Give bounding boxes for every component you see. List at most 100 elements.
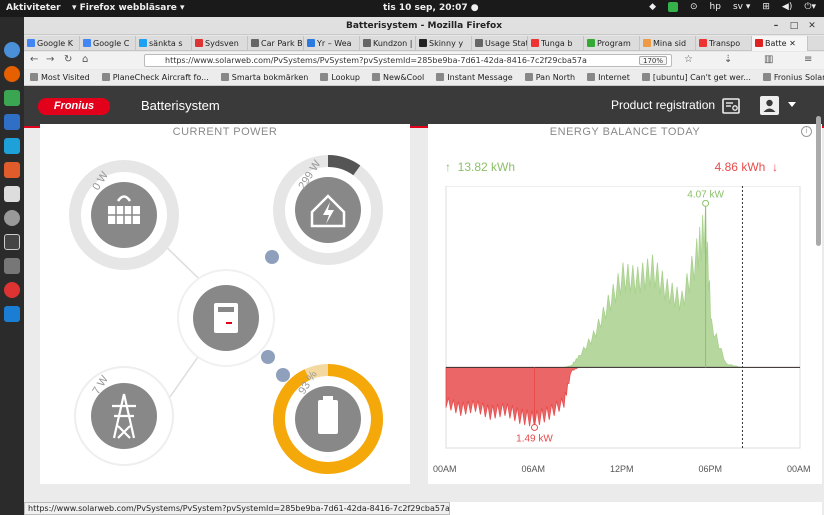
media-icon[interactable] bbox=[4, 282, 20, 298]
tools-icon[interactable] bbox=[4, 186, 20, 202]
browser-tab[interactable]: Program bbox=[584, 36, 640, 51]
browser-tab[interactable]: Google K bbox=[24, 36, 80, 51]
arrow-up-icon: ↑ bbox=[445, 160, 451, 174]
security-icon[interactable] bbox=[668, 2, 678, 12]
url-bar[interactable]: https://www.solarweb.com/PvSystems/PvSys… bbox=[144, 54, 672, 67]
files-icon[interactable] bbox=[4, 258, 20, 274]
x-tick-label: 00AM bbox=[787, 464, 811, 474]
bookmark-icon bbox=[524, 73, 533, 81]
fronius-logo[interactable]: Fronius bbox=[38, 98, 110, 115]
browser-tab[interactable]: Google C bbox=[80, 36, 136, 51]
browser-tab[interactable]: Kundzon | bbox=[360, 36, 416, 51]
tab-label: Google C bbox=[93, 39, 130, 48]
battery-node[interactable]: 93 % bbox=[273, 364, 383, 474]
bookmark-item[interactable]: New&Cool bbox=[371, 70, 424, 85]
browser-tab[interactable]: Tunga b bbox=[528, 36, 584, 51]
bookmark-item[interactable]: Instant Message bbox=[436, 70, 513, 85]
network-icon[interactable]: ⊞ bbox=[762, 2, 770, 12]
battery-icon bbox=[318, 400, 338, 434]
browser-tab[interactable]: Transpo bbox=[696, 36, 752, 51]
browser-tab[interactable]: Mina sid bbox=[640, 36, 696, 51]
update-icon[interactable]: ⊙ bbox=[690, 2, 698, 12]
volume-icon[interactable]: ◀) bbox=[782, 2, 792, 12]
dock bbox=[0, 17, 24, 515]
bookmark-icon bbox=[762, 73, 771, 81]
forward-icon[interactable]: → bbox=[46, 54, 54, 65]
grid-node[interactable]: 7 W bbox=[74, 366, 174, 466]
browser-tab[interactable]: Batte ✕ bbox=[752, 36, 808, 51]
bookmark-item[interactable]: PlaneCheck Aircraft fo... bbox=[101, 70, 209, 85]
user-menu-chevron-down-icon[interactable] bbox=[788, 102, 796, 107]
inverter-node[interactable] bbox=[177, 269, 275, 367]
skype-icon[interactable] bbox=[4, 306, 20, 322]
minimize-icon[interactable]: – bbox=[770, 20, 782, 32]
annotation-marker bbox=[702, 199, 710, 207]
product-registration-link[interactable]: Product registration bbox=[611, 98, 715, 112]
bookmark-item[interactable]: Most Visited bbox=[30, 70, 90, 85]
disks-icon[interactable] bbox=[4, 210, 20, 226]
bluetooth-icon[interactable] bbox=[4, 138, 20, 154]
arrow-down-icon: ↓ bbox=[772, 160, 778, 174]
back-icon[interactable]: ← bbox=[30, 54, 38, 65]
annotation-label: 4.07 kW bbox=[687, 189, 724, 200]
bookmark-star-icon[interactable]: ☆ bbox=[684, 54, 693, 65]
software-center-icon[interactable] bbox=[4, 162, 20, 178]
zoom-indicator[interactable]: 170% bbox=[638, 56, 667, 65]
tab-strip: Google K Google C sänkta s Sydsven Car Park … bbox=[24, 36, 824, 51]
registration-icon[interactable] bbox=[722, 97, 740, 115]
spreadsheet-icon[interactable] bbox=[4, 90, 20, 106]
tab-label: Tunga b bbox=[541, 39, 573, 48]
tab-favicon-icon bbox=[363, 39, 371, 47]
browser-tab[interactable]: sänkta s bbox=[136, 36, 192, 51]
energy-balance-title: ENERGY BALANCE TODAY bbox=[549, 126, 701, 138]
tab-label: Sydsven bbox=[205, 39, 239, 48]
tab-label: Yr – Wea bbox=[317, 39, 352, 48]
tab-favicon-icon bbox=[531, 39, 539, 47]
bookmark-item[interactable]: Lookup bbox=[320, 70, 360, 85]
activities-button[interactable]: Aktiviteter bbox=[6, 3, 61, 13]
menu-icon[interactable]: ≡ bbox=[804, 54, 812, 65]
power-icon[interactable]: ⏻▾ bbox=[804, 2, 816, 12]
thunderbird-icon[interactable] bbox=[4, 42, 20, 58]
firefox-icon[interactable] bbox=[4, 66, 20, 82]
tab-label: sänkta s bbox=[149, 39, 183, 48]
browser-tab[interactable]: Sydsven bbox=[192, 36, 248, 51]
bookmark-item[interactable]: [ubuntu] Can't get wer... bbox=[641, 70, 751, 85]
tab-favicon-icon bbox=[307, 39, 315, 47]
tab-label: Kundzon | bbox=[373, 39, 413, 48]
bookmark-icon bbox=[641, 73, 650, 81]
reload-icon[interactable]: ↻ bbox=[64, 54, 72, 65]
clock[interactable]: tis 10 sep, 20:07 ● bbox=[383, 3, 479, 13]
bookmark-icon bbox=[371, 73, 380, 81]
maximize-icon[interactable]: □ bbox=[788, 20, 800, 32]
close-icon[interactable]: ✕ bbox=[806, 20, 818, 32]
language-menu[interactable]: sv ▾ bbox=[733, 2, 750, 12]
home-icon[interactable]: ⌂ bbox=[82, 54, 88, 65]
writer-icon[interactable] bbox=[4, 114, 20, 130]
dropbox-icon[interactable]: ◆ bbox=[649, 2, 656, 12]
load-node[interactable]: 299 W bbox=[273, 155, 383, 265]
pv-node[interactable]: 0 W bbox=[69, 160, 179, 270]
app-menu[interactable]: ▾ Firefox webbläsare ▾ bbox=[72, 3, 185, 13]
browser-tab[interactable]: Car Park Bo bbox=[248, 36, 304, 51]
page-scrollbar[interactable] bbox=[816, 116, 821, 246]
window-title-bar: Batterisystem - Mozilla Firefox – □ ✕ bbox=[24, 17, 824, 35]
bookmark-item[interactable]: Smarta bokmärken bbox=[220, 70, 308, 85]
library-icon[interactable]: ▥ bbox=[764, 54, 773, 65]
consumed-energy: 4.86 kWh ↓ bbox=[715, 160, 778, 174]
hp-icon[interactable]: hp bbox=[710, 2, 721, 12]
terminal-icon[interactable] bbox=[4, 234, 20, 250]
browser-tab[interactable]: Yr – Wea bbox=[304, 36, 360, 51]
user-icon[interactable] bbox=[760, 96, 779, 115]
tab-favicon-icon bbox=[475, 39, 483, 47]
system-title: Batterisystem bbox=[141, 98, 220, 113]
downloads-icon[interactable]: ⇣ bbox=[724, 54, 732, 65]
bookmark-item[interactable]: Internet bbox=[587, 70, 630, 85]
browser-tab[interactable]: Skinny y bbox=[416, 36, 472, 51]
tab-label: Program bbox=[597, 39, 631, 48]
bookmark-item[interactable]: Pan North bbox=[524, 70, 575, 85]
browser-tab[interactable]: Usage Stat bbox=[472, 36, 528, 51]
bookmark-item[interactable]: Fronius Solar.web bbox=[762, 70, 824, 85]
info-icon[interactable]: i bbox=[801, 126, 812, 137]
tab-favicon-icon bbox=[139, 39, 147, 47]
